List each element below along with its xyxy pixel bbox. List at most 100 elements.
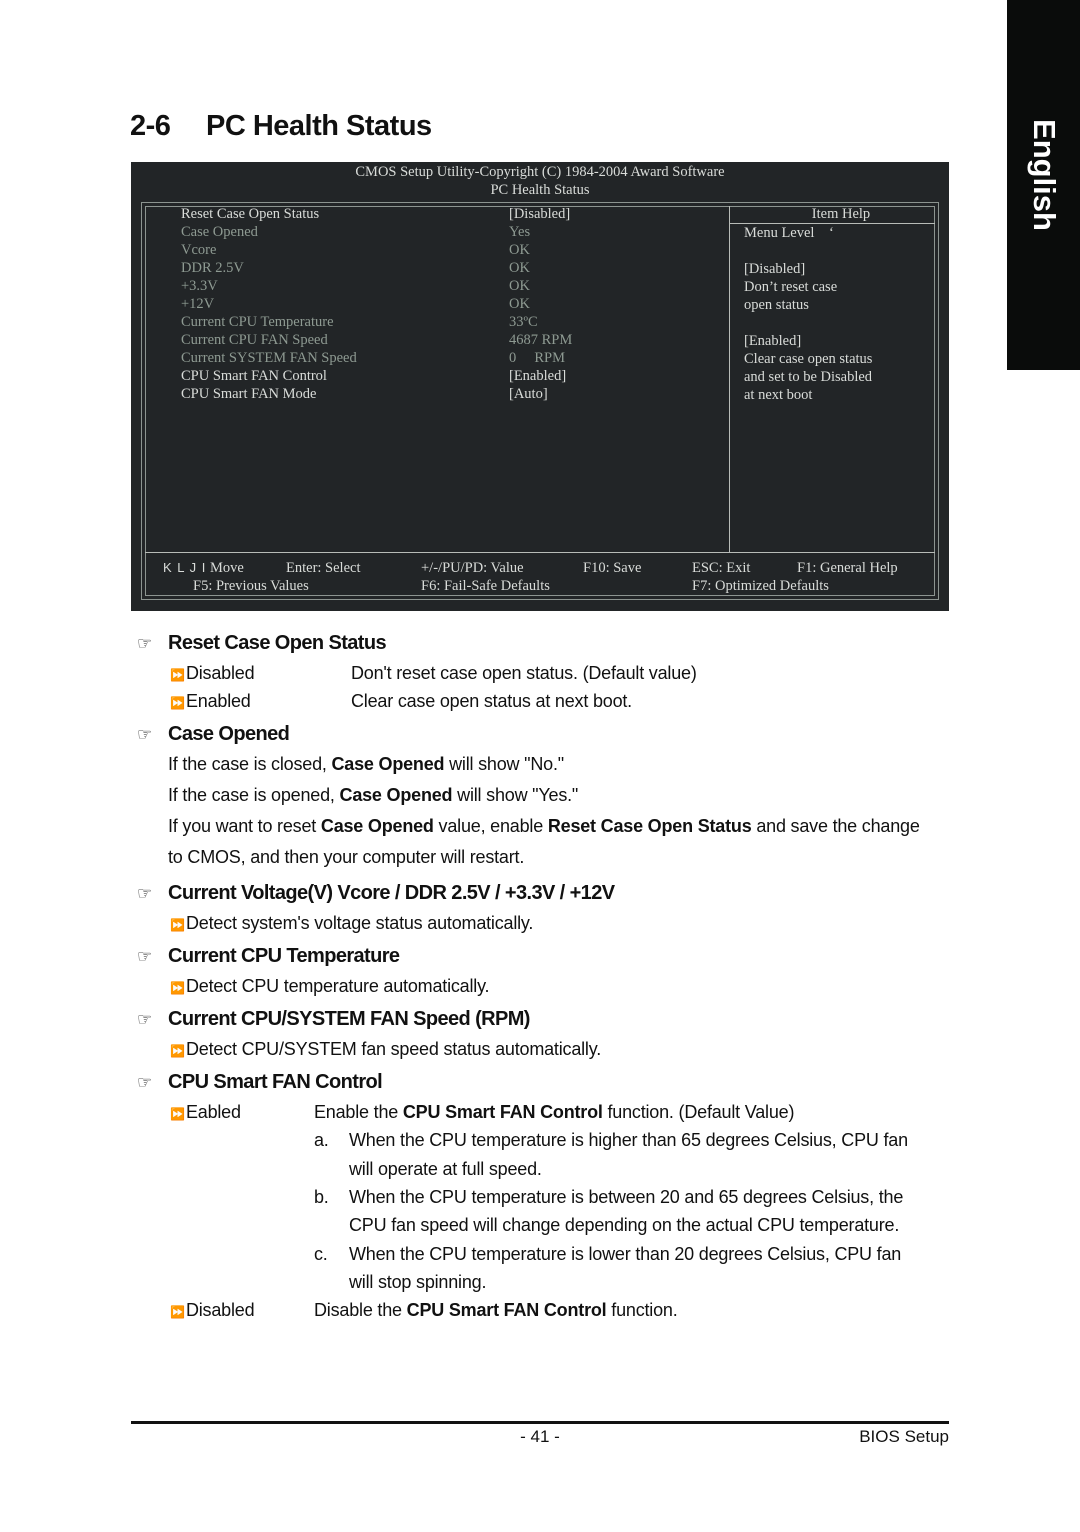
double-arrow-icon: ⏩ (170, 696, 185, 710)
bios-item-value: Yes (509, 224, 531, 240)
bios-item-cpu-smart-fan-mode[interactable]: CPU Smart FAN Mode [Auto] (181, 386, 721, 404)
option-description: Don't reset case open status. (Default v… (351, 663, 697, 683)
bios-item-label: DDR 2.5V (181, 260, 244, 276)
heading-text: Current CPU/SYSTEM FAN Speed (RPM) (168, 1008, 530, 1030)
bios-item-value: OK (509, 260, 530, 276)
section-description: ⏩ Detect CPU temperature automatically. (170, 976, 490, 996)
paragraph-line: to CMOS, and then your computer will res… (168, 847, 525, 867)
bios-item-12v: +12V OK (181, 296, 721, 314)
bios-item-value: OK (509, 278, 530, 294)
option-label: Disabled (185, 663, 255, 683)
bios-item-label: Case Opened (181, 224, 258, 240)
footer-rule (131, 1421, 949, 1424)
option-description: Disable the CPU Smart FAN Control functi… (314, 1300, 678, 1320)
pointing-hand-icon: ☞ (137, 884, 152, 903)
section-description: ⏩ Detect CPU/SYSTEM fan speed status auto… (170, 1039, 601, 1059)
option-description: Enable the CPU Smart FAN Control functio… (314, 1102, 795, 1122)
option-description: Clear case open status at next boot. (351, 691, 632, 711)
bios-item-cpu-temperature: Current CPU Temperature 33ºC (181, 314, 721, 332)
pointing-hand-icon: ☞ (137, 1073, 152, 1092)
bios-item-ddr-2-5v: DDR 2.5V OK (181, 260, 721, 278)
heading-current-voltage: ☞ Current Voltage(V) Vcore / DDR 2.5V / +… (137, 882, 615, 905)
bios-item-label: Current CPU Temperature (181, 314, 334, 330)
bios-item-vcore: Vcore OK (181, 242, 721, 260)
bios-item-value: 0 RPM (509, 350, 566, 366)
list-marker: c. (314, 1244, 328, 1264)
section-number: 2-6 (130, 110, 171, 142)
option-name: ⏩ Disabled (170, 663, 255, 684)
double-arrow-icon: ⏩ (170, 981, 185, 995)
list-item-line: When the CPU temperature is higher than … (349, 1130, 908, 1150)
bios-item-3-3v: +3.3V OK (181, 278, 721, 296)
item-help-text: Menu Level ‘ [Disabled] Don’t reset case… (744, 225, 873, 403)
key-move-label: Move (210, 560, 244, 576)
bios-item-label: Current CPU FAN Speed (181, 332, 328, 348)
pointing-hand-icon: ☞ (137, 725, 152, 744)
key-move: K L J I Move (163, 560, 244, 577)
heading-cpu-smart-fan-control: ☞ CPU Smart FAN Control (137, 1071, 383, 1094)
heading-reset-case-open-status: ☞ Reset Case Open Status (137, 632, 387, 655)
key-save: F10: Save (583, 560, 642, 576)
list-item-line: CPU fan speed will change depending on t… (349, 1215, 900, 1235)
heading-text: Case Opened (168, 723, 290, 745)
section-description: ⏩ Detect system's voltage status automati… (170, 913, 534, 933)
heading-case-opened: ☞ Case Opened (137, 723, 290, 746)
key-value: +/-/PU/PD: Value (421, 560, 524, 576)
heading-text: CPU Smart FAN Control (168, 1071, 383, 1093)
bios-divider-horizontal (145, 552, 935, 553)
list-item-line: When the CPU temperature is between 20 a… (349, 1187, 904, 1207)
bios-item-value[interactable]: [Enabled] (509, 368, 566, 385)
bios-item-label: Current SYSTEM FAN Speed (181, 350, 357, 366)
heading-text: Current Voltage(V) Vcore / DDR 2.5V / +3… (168, 882, 615, 904)
option-name: ⏩ Enabled (170, 691, 251, 712)
option-name: ⏩ Eabled (170, 1102, 241, 1122)
footer-section-label: BIOS Setup (859, 1427, 949, 1446)
bios-item-label: +3.3V (181, 278, 218, 294)
double-arrow-icon: ⏩ (170, 1107, 185, 1121)
bios-item-label: Vcore (181, 242, 217, 258)
pointing-hand-icon: ☞ (137, 947, 152, 966)
item-help-title: Item Help (811, 206, 871, 222)
language-tab-label: English (1026, 119, 1062, 231)
language-tab: English (1007, 0, 1080, 370)
paragraph-line: If the case is closed, Case Opened will … (168, 754, 564, 774)
bios-item-value[interactable]: [Auto] (509, 386, 548, 403)
page-title: 2-6 PC Health Status (130, 110, 432, 143)
bios-item-value: 4687 RPM (509, 332, 573, 348)
pointing-hand-icon: ☞ (137, 1010, 152, 1029)
bios-item-label: +12V (181, 296, 215, 312)
key-enter: Enter: Select (286, 560, 361, 576)
option-label: Enabled (185, 691, 251, 711)
bios-header-copyright: CMOS Setup Utility-Copyright (C) 1984-20… (355, 164, 725, 180)
heading-text: Reset Case Open Status (168, 632, 387, 654)
double-arrow-icon: ⏩ (170, 918, 185, 932)
bios-item-label: CPU Smart FAN Mode (181, 386, 317, 402)
bios-item-value[interactable]: [Disabled] (509, 206, 570, 223)
bios-divider-vertical (729, 206, 730, 552)
bios-item-cpu-smart-fan-control[interactable]: CPU Smart FAN Control [Enabled] (181, 368, 721, 386)
list-item-line: When the CPU temperature is lower than 2… (349, 1244, 902, 1264)
heading-current-cpu-temperature: ☞ Current CPU Temperature (137, 945, 400, 968)
key-fail-safe-defaults: F6: Fail-Safe Defaults (421, 578, 550, 594)
key-optimized-defaults: F7: Optimized Defaults (692, 578, 829, 594)
section-title: PC Health Status (206, 110, 432, 142)
bios-item-reset-case-open-status[interactable]: Reset Case Open Status [Disabled] (181, 206, 721, 224)
key-exit: ESC: Exit (692, 560, 751, 576)
heading-text: Current CPU Temperature (168, 945, 400, 967)
bios-item-value: OK (509, 242, 530, 258)
bios-header-page: PC Health Status (490, 182, 590, 198)
paragraph-line: If the case is opened, Case Opened will … (168, 785, 579, 805)
list-item-line: will operate at full speed. (349, 1159, 542, 1179)
list-item-line: will stop spinning. (349, 1272, 487, 1292)
double-arrow-icon: ⏩ (170, 668, 185, 682)
pointing-hand-icon: ☞ (137, 634, 152, 653)
bios-screen: CMOS Setup Utility-Copyright (C) 1984-20… (131, 162, 949, 611)
heading-fan-speed: ☞ Current CPU/SYSTEM FAN Speed (RPM) (137, 1008, 530, 1031)
bios-item-value: 33ºC (509, 314, 538, 330)
double-arrow-icon: ⏩ (170, 1044, 185, 1058)
key-general-help: F1: General Help (797, 560, 898, 576)
arrow-keys-icon: K L J I (163, 560, 207, 575)
key-previous-values: F5: Previous Values (193, 578, 309, 594)
list-marker: a. (314, 1130, 329, 1150)
paragraph-line: If you want to reset Case Opened value, … (168, 816, 920, 836)
